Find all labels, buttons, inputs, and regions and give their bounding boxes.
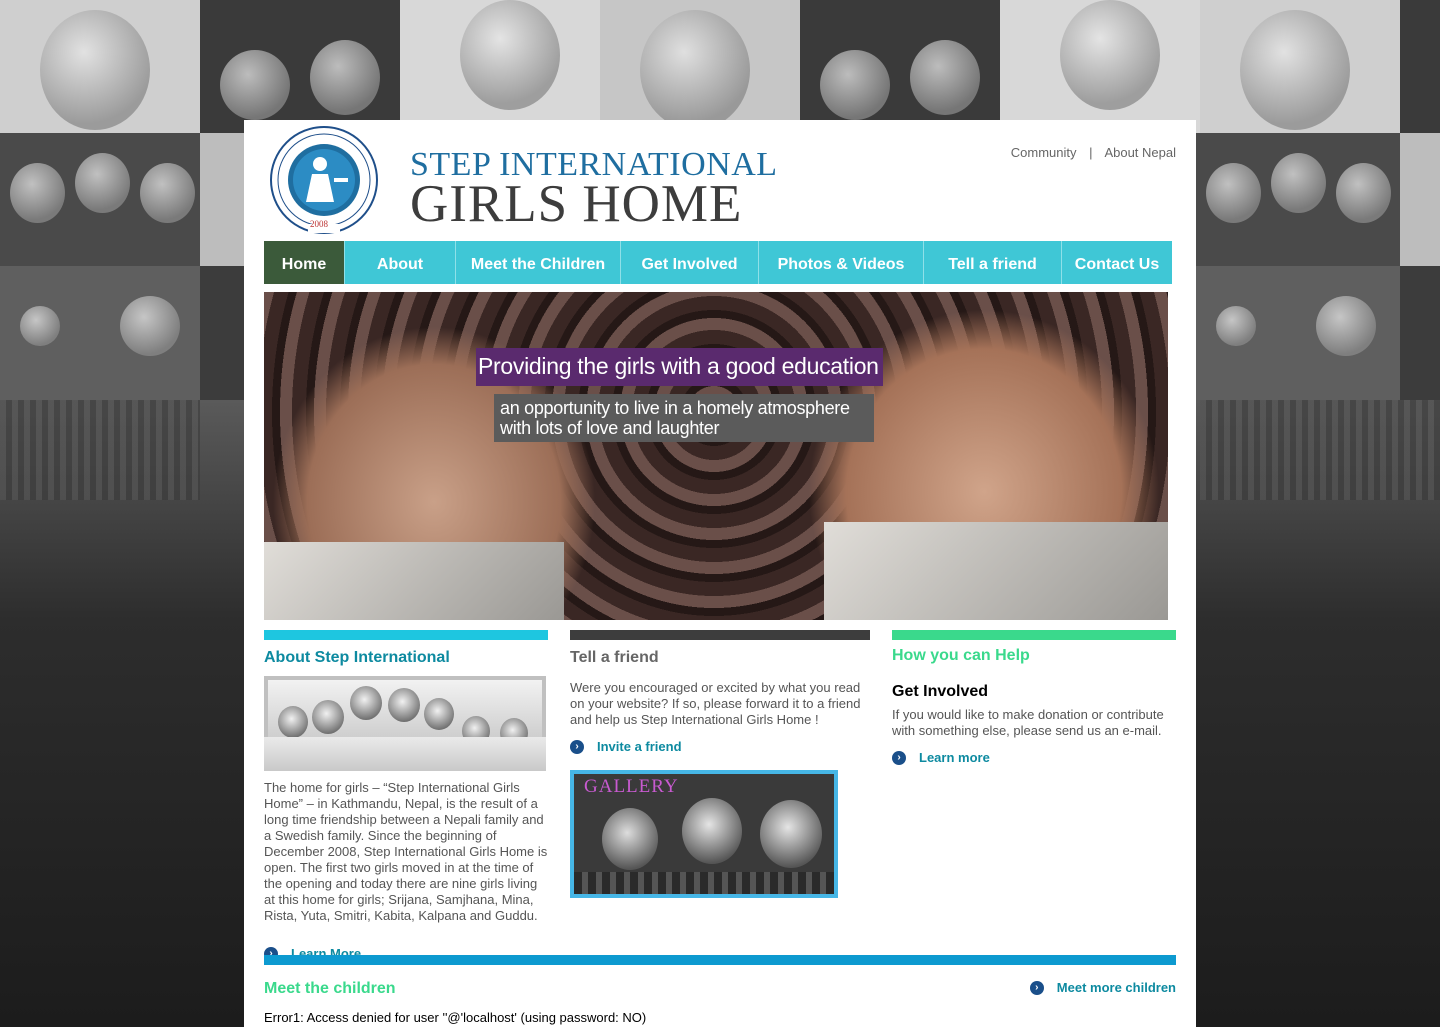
tell-bar (570, 630, 870, 640)
gallery-thumbnail[interactable]: GALLERY (570, 770, 838, 898)
top-links: Community | About Nepal (1011, 145, 1176, 160)
error-message: Error1: Access denied for user ''@'local… (264, 1010, 647, 1025)
meet-more-children-label: Meet more children (1056, 980, 1176, 995)
nav-home[interactable]: Home (264, 241, 345, 284)
community-link[interactable]: Community (1011, 145, 1077, 160)
about-title: About Step International (264, 649, 450, 666)
about-photo (264, 676, 546, 771)
help-bar (892, 630, 1176, 640)
invite-friend-label: Invite a friend (597, 739, 682, 754)
help-subtitle: Get Involved (892, 683, 989, 700)
arrow-right-icon: › (892, 750, 906, 765)
meet-more-children-link[interactable]: › Meet more children (1029, 980, 1176, 995)
hero-headline: Providing the girls with a good educatio… (476, 348, 883, 386)
tell-title: Tell a friend (570, 649, 659, 666)
hero-subheadline: an opportunity to live in a homely atmos… (494, 394, 874, 442)
about-text: The home for girls – “Step International… (264, 780, 548, 923)
nav-photos-videos[interactable]: Photos & Videos (759, 241, 924, 284)
about-nepal-link[interactable]: About Nepal (1104, 145, 1176, 160)
main-nav: Home About Meet the Children Get Involve… (264, 241, 1172, 284)
help-learn-more-label: Learn more (919, 750, 990, 765)
nav-about[interactable]: About (345, 241, 456, 284)
gallery-label: GALLERY (584, 776, 679, 797)
tell-text: Were you encouraged or excited by what y… (570, 680, 861, 727)
hero-banner: Providing the girls with a good educatio… (264, 292, 1168, 620)
arrow-right-icon: › (1029, 980, 1044, 995)
invite-friend-link[interactable]: › Invite a friend (570, 739, 682, 754)
children-bar (264, 955, 1176, 965)
site-logo[interactable]: 2008 STEP INTERNATIONAL GIRLS HOME (268, 124, 777, 236)
top-links-separator: | (1089, 145, 1093, 160)
logo-title-line2: GIRLS HOME (410, 175, 743, 233)
help-learn-more-link[interactable]: › Learn more (892, 750, 990, 765)
about-bar (264, 630, 548, 640)
nav-tell-a-friend[interactable]: Tell a friend (924, 241, 1062, 284)
page-container: 2008 STEP INTERNATIONAL GIRLS HOME Commu… (244, 120, 1196, 1027)
help-title: How you can Help (892, 647, 1030, 664)
hero-shirt-left (264, 542, 564, 620)
nav-contact-us[interactable]: Contact Us (1062, 241, 1172, 284)
nav-get-involved[interactable]: Get Involved (621, 241, 759, 284)
arrow-right-icon: › (570, 739, 584, 754)
hero-shirt-right (824, 522, 1168, 620)
children-title: Meet the children (264, 980, 396, 997)
help-text: If you would like to make donation or co… (892, 707, 1164, 738)
seal-year: 2008 (310, 219, 328, 229)
hero-sub-line2: with lots of love and laughter (500, 418, 720, 438)
nav-meet-the-children[interactable]: Meet the Children (456, 241, 621, 284)
hero-sub-line1: an opportunity to live in a homely atmos… (500, 398, 850, 418)
